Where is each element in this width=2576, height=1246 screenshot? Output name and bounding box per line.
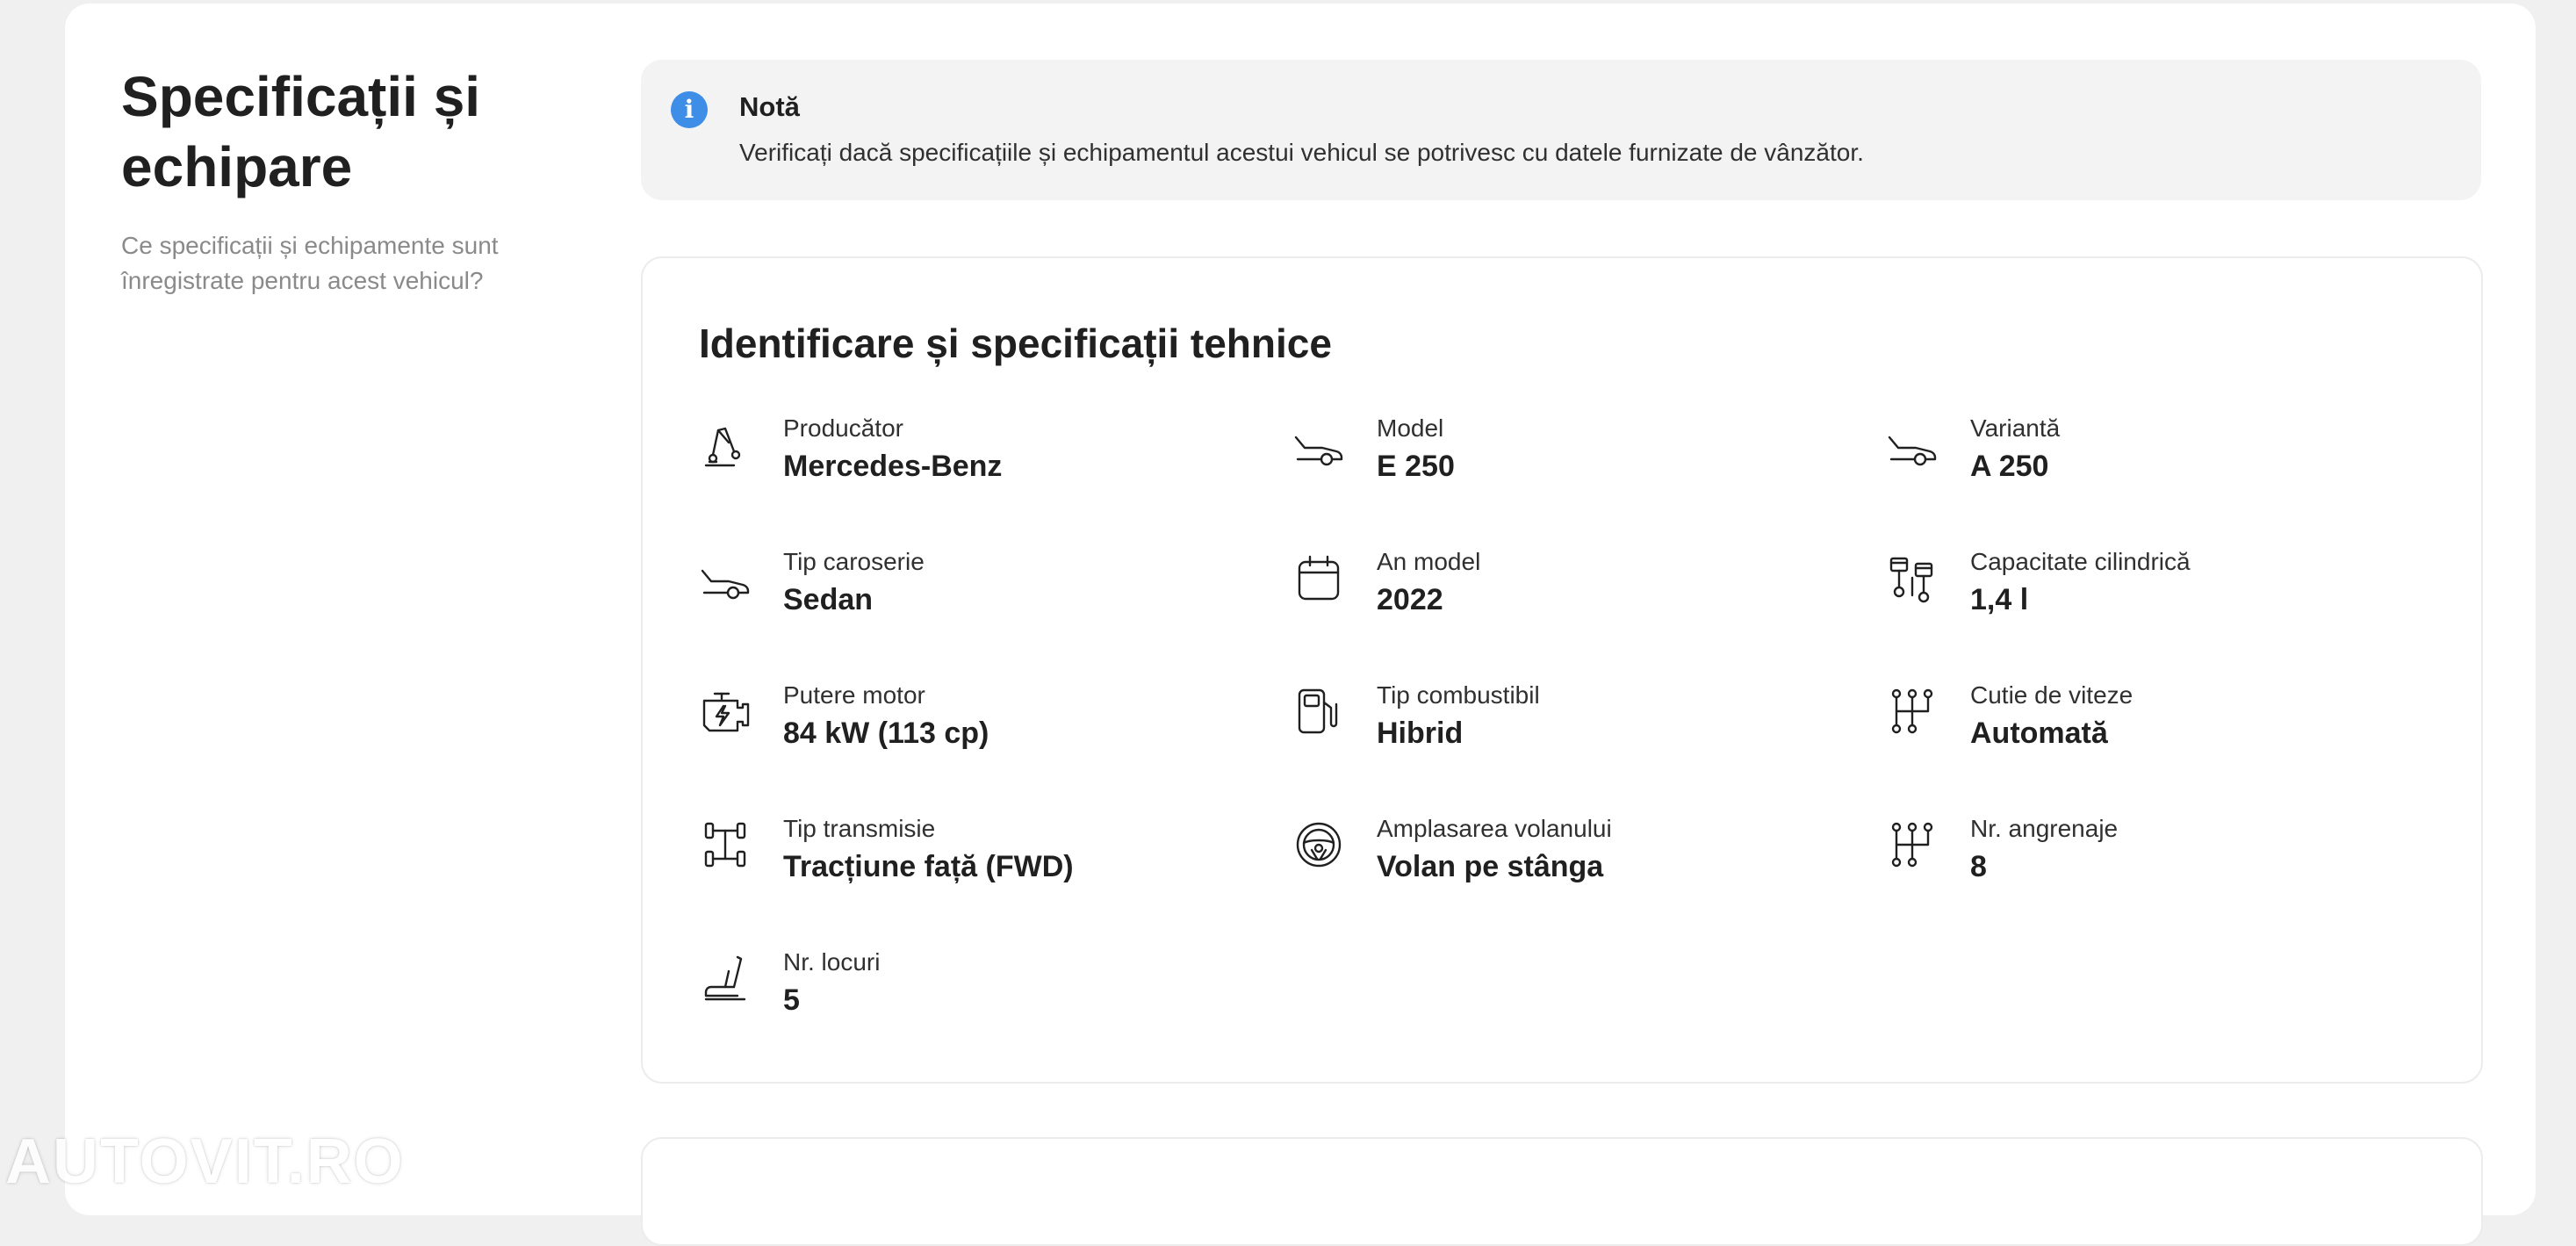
section-title: Specificații și echipare (121, 65, 481, 198)
manufacturer-icon (699, 418, 752, 471)
spec-manufacturer: Producător Mercedes-Benz (699, 414, 1261, 511)
spec-label: Nr. locuri (783, 948, 881, 976)
spec-value: 5 (783, 983, 800, 1017)
engine-icon (699, 685, 752, 738)
spec-label: Model (1377, 414, 1444, 442)
spec-value: 2022 (1377, 583, 1443, 616)
spec-variant: Variantă A 250 (1886, 414, 2448, 511)
spec-label: Cutie de viteze (1970, 681, 2133, 709)
car-icon (1886, 418, 1939, 471)
spec-drivetrain: Tip transmisie Tracțiune față (FWD) (699, 815, 1261, 911)
spec-steering-position: Amplasarea volanului Volan pe stânga (1292, 815, 1854, 911)
spec-body-type: Tip caroserie Sedan (699, 548, 1261, 645)
info-icon: i (671, 91, 708, 128)
note-title: Notă (739, 91, 800, 122)
spec-label: Nr. angrenaje (1970, 815, 2119, 842)
spec-value: Tracțiune față (FWD) (783, 850, 1074, 883)
spec-value: Sedan (783, 583, 874, 616)
next-section-card (641, 1137, 2483, 1246)
spec-value: Mercedes-Benz (783, 450, 1003, 483)
spec-fuel-type: Tip combustibil Hibrid (1292, 681, 1854, 778)
spec-label: Tip combustibil (1377, 681, 1540, 709)
car-icon (1292, 418, 1345, 471)
spec-gears: Nr. angrenaje 8 (1886, 815, 2448, 911)
pistons-icon (1886, 551, 1939, 604)
spec-label: Putere motor (783, 681, 925, 709)
spec-value: Automată (1970, 717, 2108, 750)
watermark-logo: AUTOVIT.RO (5, 1127, 405, 1197)
steering-wheel-icon (1292, 818, 1345, 871)
spec-label: An model (1377, 548, 1481, 575)
calendar-icon (1292, 551, 1345, 604)
spec-value: 8 (1970, 850, 1987, 883)
spec-engine-power: Putere motor 84 kW (113 cp) (699, 681, 1261, 778)
seat-icon (699, 952, 752, 1005)
spec-label: Tip transmisie (783, 815, 936, 842)
spec-value: 1,4 l (1970, 583, 2029, 616)
spec-value: Hibrid (1377, 717, 1464, 750)
car-icon (699, 551, 752, 604)
note-text: Verificați dacă specificațiile și echipa… (739, 139, 1864, 166)
spec-label: Tip caroserie (783, 548, 925, 575)
spec-value: E 250 (1377, 450, 1455, 483)
spec-value: 84 kW (113 cp) (783, 717, 989, 750)
spec-label: Producător (783, 414, 903, 442)
specs-card: Identificare și specificații tehnice Pro… (641, 256, 2483, 1084)
section-subtitle: Ce specificații și echipamente sunt înre… (121, 232, 499, 294)
card-title: Identificare și specificații tehnice (699, 321, 1332, 366)
spec-gearbox: Cutie de viteze Automată (1886, 681, 2448, 778)
spec-label: Amplasarea volanului (1377, 815, 1612, 842)
spec-value: A 250 (1970, 450, 2049, 483)
spec-value: Volan pe stânga (1377, 850, 1604, 883)
spec-displacement: Capacitate cilindrică 1,4 l (1886, 548, 2448, 645)
gearbox-icon (1886, 818, 1939, 871)
fuel-pump-icon (1292, 685, 1345, 738)
spec-label: Capacitate cilindrică (1970, 548, 2191, 575)
spec-model-year: An model 2022 (1292, 548, 1854, 645)
spec-model: Model E 250 (1292, 414, 1854, 511)
spec-label: Variantă (1970, 414, 2061, 442)
spec-seats: Nr. locuri 5 (699, 948, 1261, 1045)
drivetrain-icon (699, 818, 752, 871)
gearbox-icon (1886, 685, 1939, 738)
note-box: i Notă Verificați dacă specificațiile și… (641, 60, 2481, 200)
